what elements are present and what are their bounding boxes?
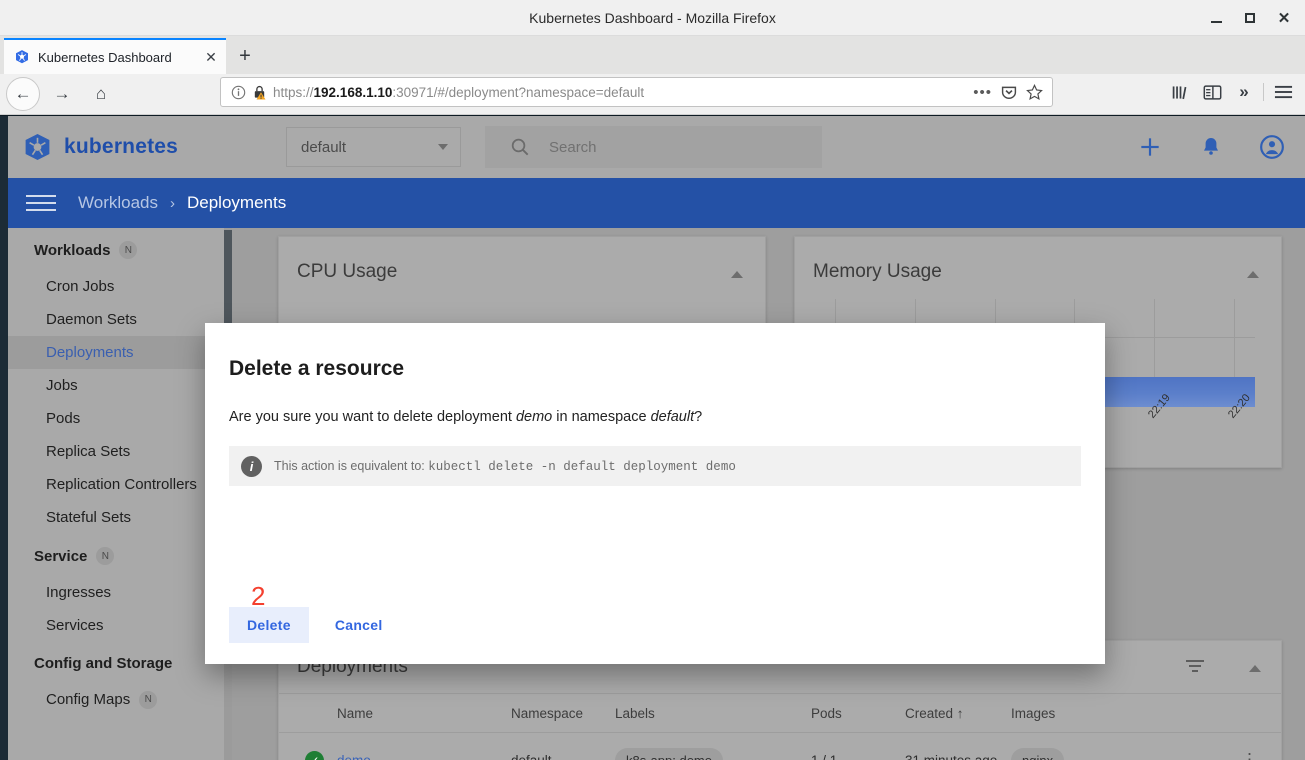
question-namespace: default bbox=[651, 409, 695, 425]
sidebar-icon[interactable] bbox=[1196, 77, 1228, 107]
question-post: ? bbox=[694, 409, 702, 425]
kubectl-command: kubectl delete -n default deployment dem… bbox=[428, 460, 736, 474]
address-bar[interactable]: https://192.168.1.10:30971/#/deployment?… bbox=[220, 77, 1053, 107]
url-text[interactable]: https://192.168.1.10:30971/#/deployment?… bbox=[273, 85, 973, 100]
close-window-button[interactable]: ✕ bbox=[1267, 3, 1301, 33]
tab-close-icon[interactable]: ✕ bbox=[202, 49, 220, 66]
tab-title: Kubernetes Dashboard bbox=[38, 50, 194, 65]
window-titlebar: Kubernetes Dashboard - Mozilla Firefox ✕ bbox=[0, 0, 1305, 36]
question-mid: in namespace bbox=[552, 409, 650, 425]
dialog-info-text: This action is equivalent to: kubectl de… bbox=[274, 459, 736, 474]
insecure-lock-warning-icon[interactable] bbox=[252, 84, 267, 100]
dialog-actions: Delete Cancel bbox=[229, 607, 399, 643]
dialog-info-bar: i This action is equivalent to: kubectl … bbox=[229, 446, 1081, 486]
pocket-icon[interactable] bbox=[1001, 84, 1017, 100]
forward-icon[interactable]: → bbox=[45, 77, 79, 111]
overflow-icon[interactable]: » bbox=[1228, 77, 1260, 107]
page-info-icon[interactable] bbox=[231, 85, 246, 100]
site-identity[interactable] bbox=[227, 84, 273, 100]
kubernetes-favicon bbox=[14, 49, 30, 65]
library-icon[interactable] bbox=[1164, 77, 1196, 107]
annotation-marker-2: 2 bbox=[251, 581, 265, 612]
page-actions-icon[interactable]: ••• bbox=[973, 84, 992, 101]
cancel-button[interactable]: Cancel bbox=[319, 607, 399, 643]
star-icon[interactable] bbox=[1026, 84, 1043, 101]
tab-kubernetes-dashboard[interactable]: Kubernetes Dashboard ✕ bbox=[4, 38, 226, 74]
delete-resource-dialog: Delete a resource Are you sure you want … bbox=[205, 323, 1105, 664]
new-tab-button[interactable]: + bbox=[232, 43, 258, 69]
screen: Kubernetes Dashboard - Mozilla Firefox ✕… bbox=[0, 0, 1305, 760]
dialog-question: Are you sure you want to delete deployme… bbox=[205, 381, 1105, 425]
page-viewport: kubernetes default Search bbox=[0, 116, 1305, 760]
tab-strip: Kubernetes Dashboard ✕ + bbox=[0, 36, 1305, 74]
dialog-title: Delete a resource bbox=[205, 323, 1105, 381]
info-prefix: This action is equivalent to: bbox=[274, 459, 425, 473]
window-controls: ✕ bbox=[1199, 0, 1301, 36]
browser-toolbar-right: » bbox=[1164, 77, 1299, 107]
info-icon: i bbox=[241, 456, 262, 477]
question-resource: demo bbox=[516, 409, 552, 425]
url-actions: ••• bbox=[973, 84, 1046, 101]
toolbar-divider bbox=[1263, 83, 1264, 101]
question-pre: Are you sure you want to delete deployme… bbox=[229, 409, 516, 425]
delete-button[interactable]: Delete bbox=[229, 607, 309, 643]
window-title: Kubernetes Dashboard - Mozilla Firefox bbox=[529, 10, 776, 26]
home-icon[interactable]: ⌂ bbox=[84, 77, 118, 111]
minimize-button[interactable] bbox=[1199, 3, 1233, 33]
hamburger-menu-icon[interactable] bbox=[1267, 77, 1299, 107]
back-icon[interactable]: ← bbox=[6, 77, 40, 111]
maximize-button[interactable] bbox=[1233, 3, 1267, 33]
